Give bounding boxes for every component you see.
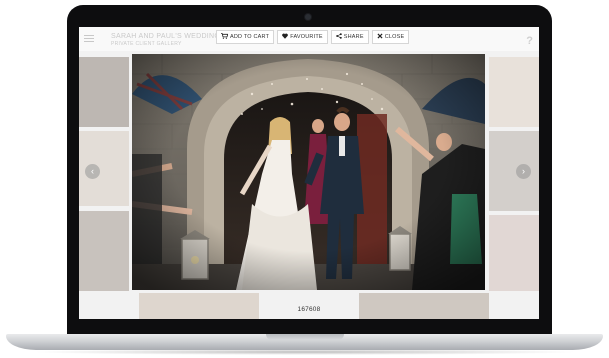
close-icon	[377, 33, 383, 41]
favourite-button[interactable]: FAVOURITE	[277, 30, 328, 44]
close-label: CLOSE	[384, 34, 405, 40]
background-thumbnail	[79, 57, 129, 127]
site-title: SARAH AND PAUL'S WEDDING PRIVATE CLIENT …	[111, 33, 220, 47]
background-thumbnail	[79, 211, 129, 291]
close-button[interactable]: CLOSE	[371, 30, 410, 44]
chevron-right-icon: ›	[522, 166, 525, 176]
main-photo	[132, 54, 485, 290]
photo-id-label: 167608	[297, 306, 321, 313]
chevron-left-icon: ‹	[91, 166, 94, 176]
favourite-label: FAVOURITE	[290, 34, 323, 40]
gallery-header: SARAH AND PAUL'S WEDDING PRIVATE CLIENT …	[79, 27, 539, 51]
background-thumbnail	[489, 131, 539, 211]
previous-photo-button[interactable]: ‹	[85, 164, 100, 179]
webcam-icon	[305, 14, 311, 20]
share-label: SHARE	[343, 34, 364, 40]
wedding-photo-illustration	[132, 54, 485, 290]
heart-icon	[282, 33, 288, 41]
photo-toolbar: ADD TO CART FAVOURITE SHARE CLOSE	[216, 30, 410, 44]
site-subtitle-text: PRIVATE CLIENT GALLERY	[111, 41, 182, 47]
background-thumbnail	[489, 57, 539, 127]
add-to-cart-button[interactable]: ADD TO CART	[216, 30, 275, 44]
help-icon[interactable]: ?	[526, 35, 533, 47]
next-photo-button[interactable]: ›	[516, 164, 531, 179]
menu-icon[interactable]	[84, 35, 94, 44]
cart-icon	[221, 33, 229, 41]
share-button[interactable]: SHARE	[330, 30, 369, 44]
share-icon	[336, 33, 342, 41]
laptop-lid-notch	[266, 334, 344, 340]
add-to-cart-label: ADD TO CART	[230, 34, 270, 40]
site-title-text: SARAH AND PAUL'S WEDDING	[111, 33, 221, 40]
background-thumbnail	[489, 215, 539, 291]
gallery-screen: SARAH AND PAUL'S WEDDING PRIVATE CLIENT …	[79, 27, 539, 319]
